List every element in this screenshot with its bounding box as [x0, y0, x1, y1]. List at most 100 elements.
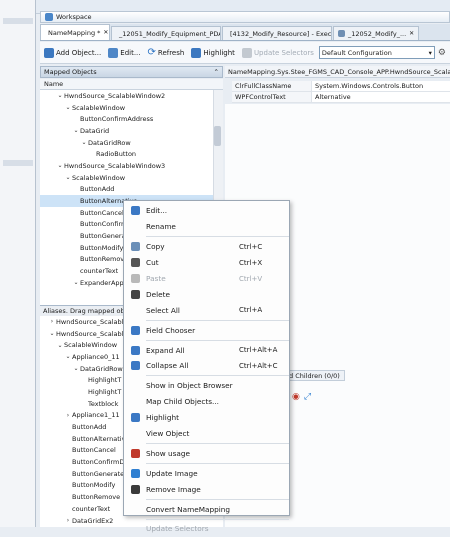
collapse-all-icon [124, 361, 146, 371]
tree-row-label: counterText [72, 504, 111, 513]
menu-item-expand-all[interactable]: Expand All Ctrl+Alt+A [124, 342, 289, 358]
highlight-button[interactable]: Highlight [189, 45, 237, 61]
expand-caret-icon[interactable]: ⌄ [72, 365, 80, 372]
menu-item-show-in-object-browser[interactable]: Show in Object Browser [124, 378, 289, 394]
tree-row-label: DataGridEx2 [72, 516, 114, 525]
expand-caret-icon[interactable]: › [48, 318, 56, 325]
expand-all-icon [124, 345, 146, 355]
expand-caret-icon[interactable]: ⌄ [56, 92, 64, 99]
menu-item-cut[interactable]: Cut Ctrl+X [124, 255, 289, 271]
properties-grid: ClrFullClassName System.Windows.Controls.… [232, 81, 450, 103]
tree-row-label: ScalableWindow [72, 103, 126, 112]
tree-row-label: ButtonGenerate [72, 469, 125, 478]
tree-row[interactable]: ButtonConfirmAddress [40, 113, 213, 125]
workspace-icon [45, 13, 53, 21]
configuration-settings-icon[interactable]: ⚙ [438, 48, 446, 58]
tree-row-label: ButtonRemove [72, 493, 121, 502]
property-row[interactable]: ClrFullClassName System.Windows.Controls.… [232, 81, 450, 92]
menu-item-collapse-all[interactable]: Collapse All Ctrl+Alt+C [124, 358, 289, 374]
expand-caret-icon[interactable]: › [64, 412, 72, 419]
close-icon[interactable]: ✕ [409, 30, 414, 37]
left-dock-panel [0, 0, 36, 527]
edit-button[interactable]: Edit... [106, 45, 142, 61]
expand-caret-icon[interactable]: ⌄ [56, 342, 64, 349]
edit-icon [108, 47, 119, 58]
menu-item-convert-namemapping[interactable]: Convert NameMapping [124, 501, 289, 517]
left-dock-item[interactable] [3, 18, 33, 24]
menu-item-delete[interactable]: Delete [124, 286, 289, 302]
object-path: NameMapping.Sys.Stee_FGMS_CAD_Console_AP… [225, 66, 450, 78]
tree-row[interactable]: ⌄ ScalableWindow [40, 102, 213, 114]
expand-icon[interactable]: ⤢ [304, 392, 311, 402]
add-object-button[interactable]: Add Object... [42, 45, 103, 61]
menu-item-show-usage[interactable]: Show usage [124, 445, 289, 461]
tree-row[interactable]: ⌄ DataGrid [40, 125, 213, 137]
menu-item-update-image[interactable]: Update Image [124, 465, 289, 481]
menu-item-field-chooser[interactable]: Field Chooser [124, 322, 289, 338]
tree-row-label: RadioButton [96, 150, 137, 159]
add-object-icon [44, 47, 54, 58]
tree-row[interactable]: ⌄ ScalableWindow [40, 172, 213, 184]
tree-row-label: DataGridRow [80, 364, 123, 373]
tab-1[interactable]: _12051_Modify_Equipment_PDA_Item✕ [111, 26, 221, 40]
tree-row-label: counterText [80, 267, 119, 276]
menu-item-remove-image[interactable]: Remove Image [124, 481, 289, 497]
tab-children[interactable]: d Children (0/0) [285, 370, 345, 381]
menu-separator [146, 319, 289, 321]
menu-item-copy[interactable]: Copy Ctrl+C [124, 239, 289, 255]
tab-2[interactable]: [4132_Modify_Resource] - Executi...✕ [222, 26, 332, 40]
menu-separator [146, 462, 289, 464]
close-icon[interactable]: ✕ [103, 29, 108, 36]
left-dock-item[interactable] [3, 160, 33, 166]
menu-item-update-selectors[interactable]: Update Selectors [124, 521, 289, 537]
tree-row[interactable]: ⌄ HwndSource_ScalableWindow3 [40, 160, 213, 172]
mapped-objects-header: Mapped Objects ⌃ [40, 66, 223, 78]
tree-row-label: HighlightT [88, 376, 122, 385]
menu-item-edit[interactable]: Edit... [124, 203, 289, 219]
tree-row-label: ButtonConfirmDi [72, 458, 127, 467]
refresh-button[interactable]: ⟳ Refresh [146, 45, 187, 61]
menu-item-highlight[interactable]: Highlight [124, 410, 289, 426]
context-menu: Edit... Rename Copy Ctrl+C Cut Ctrl+X Paste Ctr… [123, 200, 290, 533]
collapse-pane-icon[interactable]: ⌃ [214, 68, 219, 76]
tree-row-label: Appliance0_11 [72, 352, 120, 361]
highlight-icon [191, 47, 202, 58]
remove-image-icon [124, 484, 146, 494]
menu-item-rename[interactable]: Rename [124, 219, 289, 235]
expand-caret-icon[interactable]: ⌄ [72, 279, 80, 286]
show-usage-icon[interactable]: ◉ [292, 392, 300, 402]
menu-item-paste[interactable]: Paste Ctrl+V [124, 271, 289, 287]
tree-row-label: ExpanderApp [80, 278, 124, 287]
property-row[interactable]: WPFControlText Alternative [232, 92, 450, 103]
highlight-icon [124, 413, 146, 423]
menu-item-view-object[interactable]: View Object [124, 426, 289, 442]
expand-caret-icon[interactable]: ⌄ [64, 174, 72, 181]
menu-item-select-all[interactable]: Select All Ctrl+A [124, 302, 289, 318]
workspace-title: Workspace [56, 13, 92, 21]
scrollbar-thumb[interactable] [214, 126, 221, 146]
tree-row-label: ScalableWindow [72, 173, 126, 182]
configuration-select[interactable]: Default Configuration ▾ [318, 46, 435, 59]
tree-row[interactable]: ⌄ DataGridRow [40, 137, 213, 149]
tree-row[interactable]: RadioButton [40, 148, 213, 160]
expand-caret-icon[interactable]: ⌄ [56, 162, 64, 169]
expand-caret-icon[interactable]: › [64, 517, 72, 524]
tab-3[interactable]: _12052_Modify_... ✕ [333, 26, 420, 40]
property-value[interactable]: System.Windows.Controls.Button [312, 81, 450, 91]
expand-caret-icon[interactable]: ⌄ [48, 330, 56, 337]
menu-item-map-child-objects[interactable]: Map Child Objects... [124, 394, 289, 410]
tab-0[interactable]: NameMapping * ✕ [40, 24, 110, 40]
property-value[interactable]: Alternative [312, 92, 450, 102]
tree-row[interactable]: ⌄ HwndSource_ScalableWindow2 [40, 90, 213, 102]
tree-row-label: ButtonModify [80, 243, 124, 252]
update-selectors-button[interactable]: Update Selectors [240, 45, 316, 61]
expand-caret-icon[interactable]: ⌄ [72, 127, 80, 134]
expand-caret-icon[interactable]: ⌄ [80, 139, 88, 146]
expand-caret-icon[interactable]: ⌄ [64, 353, 72, 360]
menu-separator [146, 375, 289, 377]
menu-separator [146, 498, 289, 500]
tree-row[interactable]: ButtonAdd [40, 184, 213, 196]
tree-row-label: Appliance1_11 [72, 411, 120, 420]
expand-caret-icon[interactable]: ⌄ [64, 104, 72, 111]
name-column-header[interactable]: Name [40, 79, 223, 90]
